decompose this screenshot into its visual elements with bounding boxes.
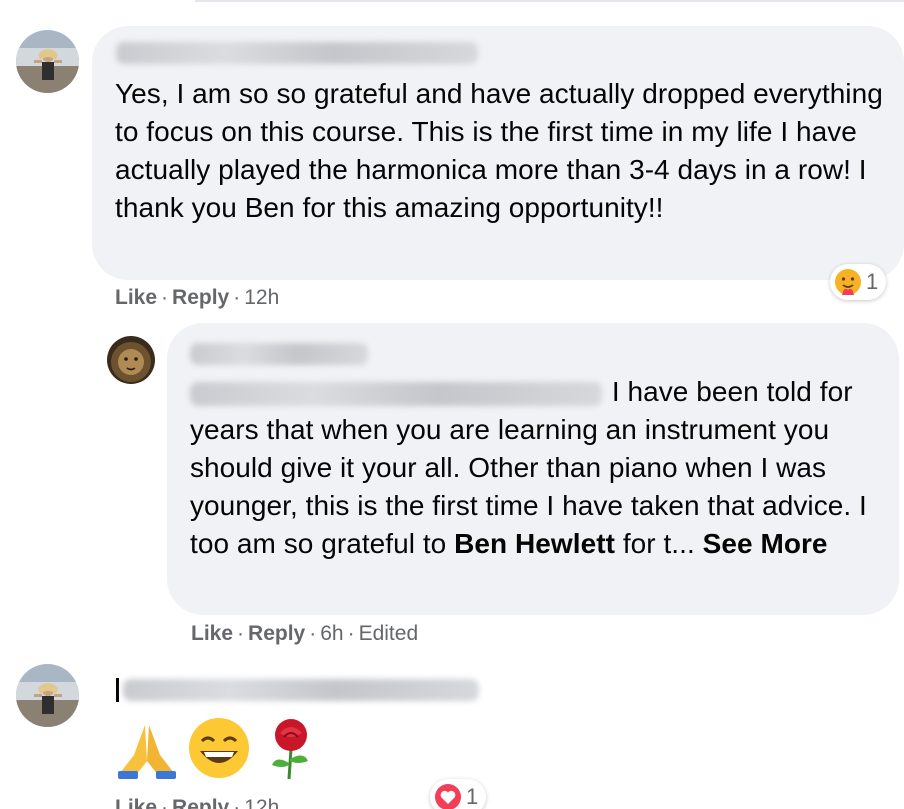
timestamp[interactable]: 12h (244, 286, 279, 309)
reply-button[interactable]: Reply (248, 622, 305, 645)
separator: · (309, 622, 317, 645)
comment-actions: Like · Reply · 6h · Edited (191, 622, 418, 646)
care-emoji-icon (835, 269, 861, 295)
reaction-count[interactable]: 1 (430, 779, 487, 809)
folded-hands-icon (114, 715, 180, 781)
comment-text: I have been told for years that when you… (190, 373, 890, 563)
comment-body-end: for t... (622, 528, 695, 559)
like-button[interactable]: Like (191, 622, 233, 645)
separator: · (233, 286, 241, 309)
rose-icon (258, 715, 324, 781)
reply-button[interactable]: Reply (172, 286, 229, 309)
comment-actions: Like · Reply · 12h (115, 796, 279, 809)
separator: · (161, 796, 169, 809)
heart-icon (435, 784, 461, 809)
reaction-count-value: 1 (466, 784, 479, 809)
separator: · (233, 796, 241, 809)
comment-author[interactable] (190, 343, 368, 365)
timestamp[interactable]: 6h (320, 622, 343, 645)
reaction-count-value: 1 (866, 269, 879, 294)
divider (195, 0, 904, 2)
separator: · (347, 622, 355, 645)
avatar[interactable] (107, 336, 155, 384)
avatar[interactable] (16, 30, 79, 93)
avatar[interactable] (16, 664, 79, 727)
emoji-comment (114, 715, 324, 781)
timestamp[interactable]: 12h (244, 796, 279, 809)
comment-author[interactable] (116, 42, 478, 64)
comment-text: Yes, I am so so grateful and have actual… (115, 78, 883, 223)
comment-author[interactable] (116, 678, 479, 702)
separator: · (161, 286, 169, 309)
see-more-link[interactable]: See More (703, 528, 828, 559)
comment-actions: Like · Reply · 12h (115, 286, 279, 310)
reaction-count[interactable]: 1 (830, 264, 887, 300)
reply-button[interactable]: Reply (172, 796, 229, 809)
like-button[interactable]: Like (115, 286, 157, 309)
grinning-face-icon (186, 715, 252, 781)
separator: · (237, 622, 245, 645)
mention-link[interactable]: Ben Hewlett (454, 528, 615, 559)
edited-label[interactable]: Edited (359, 622, 419, 645)
like-button[interactable]: Like (115, 796, 157, 809)
mention-tag[interactable] (190, 381, 602, 406)
